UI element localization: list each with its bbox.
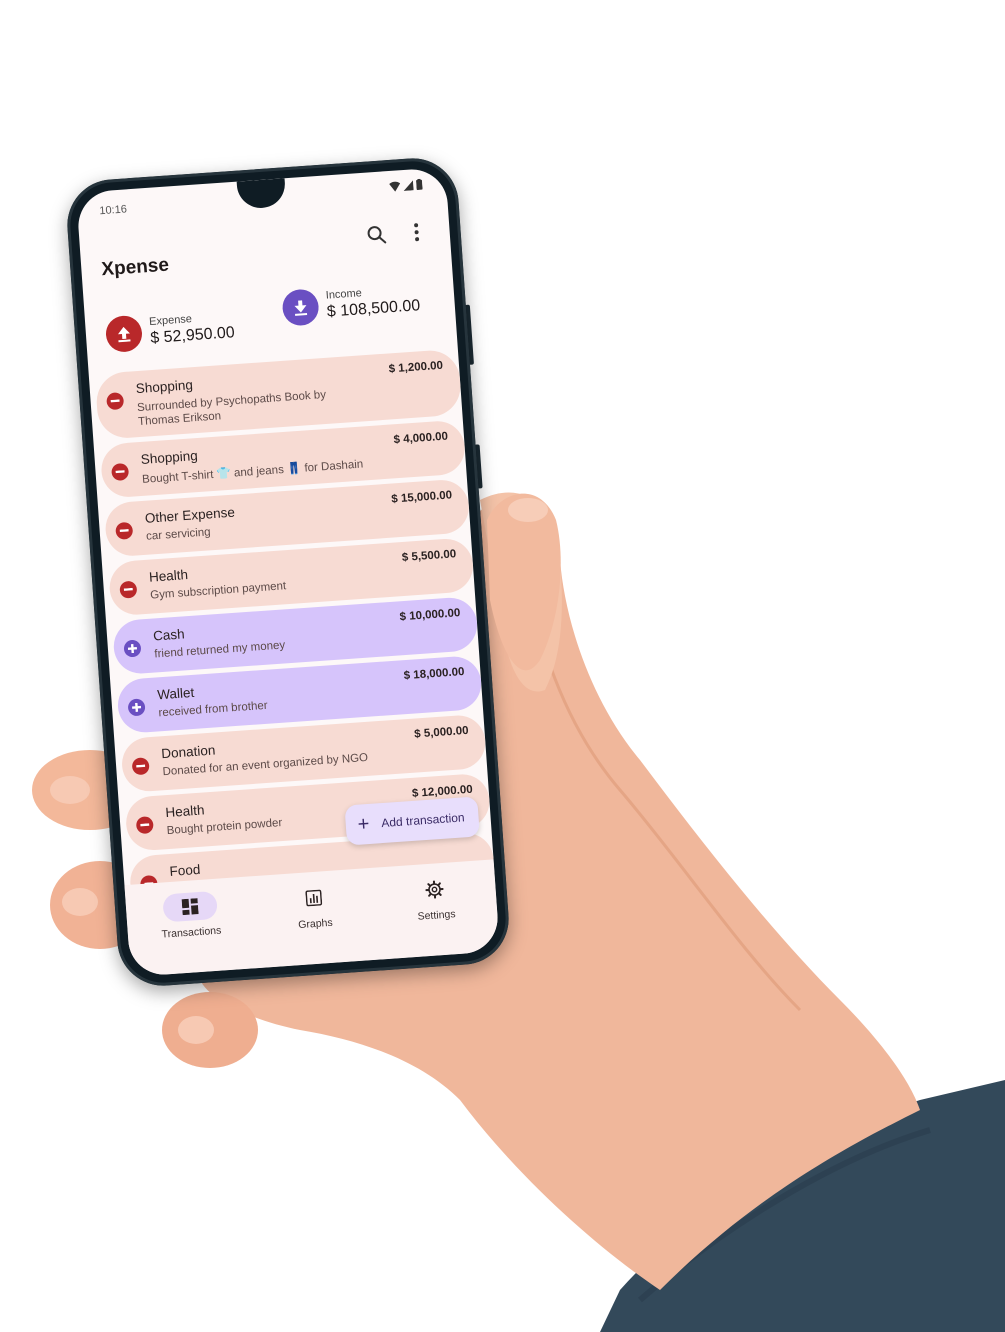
minus-icon [131,757,150,776]
plus-icon [127,698,146,717]
nav-label: Settings [417,908,456,923]
transaction-category: Shopping [140,448,199,467]
add-transaction-label: Add transaction [380,810,466,831]
expense-summary: Expense $ 52,950.00 [104,308,236,354]
dashboard-icon [181,898,199,916]
transaction-category: Health [148,567,189,585]
transaction-amount: $ 5,500.00 [401,548,457,565]
minus-icon [115,521,134,540]
transaction-category: Shopping [135,377,194,397]
nav-indicator [161,890,218,923]
transaction-category: Wallet [156,684,195,703]
transaction-category: Food [169,861,201,879]
nav-graphs[interactable]: Graphs [286,882,343,932]
battery-icon [416,178,423,191]
phone: 10:16 Xpense Expense $ 52,950.00 Income … [64,155,512,989]
status-time: 10:16 [98,203,128,218]
status-icons [389,178,423,192]
transaction-amount: $ 5,000.00 [413,724,469,741]
wifi-icon [389,181,401,192]
search-icon [367,226,387,244]
signal-icon [403,179,414,191]
transaction-category: Health [164,802,205,821]
transaction-category: Other Expense [144,504,236,526]
transaction-amount: $ 1,200.00 [388,359,444,376]
more-options-button[interactable] [405,218,429,245]
plus-icon [123,639,142,658]
search-button[interactable] [363,221,391,249]
transaction-amount: $ 10,000.00 [399,607,461,624]
minus-icon [111,462,130,482]
expense-total: $ 52,950.00 [149,324,236,348]
minus-icon [106,392,125,411]
minus-icon [135,816,154,835]
more-vert-icon [414,223,420,242]
income-summary: Income $ 108,500.00 [281,281,421,327]
income-total: $ 108,500.00 [326,297,421,321]
transaction-category: Donation [160,742,216,762]
transaction-amount: $ 4,000.00 [393,430,449,447]
nav-indicator [286,882,342,914]
gear-icon [425,880,444,899]
transaction-amount: $ 18,000.00 [403,665,465,683]
screen: 10:16 Xpense Expense $ 52,950.00 Income … [76,167,500,977]
minus-icon [119,580,138,599]
transaction-description: friend returned my money [154,639,286,661]
bar-chart-icon [305,889,323,907]
transaction-amount: $ 15,000.00 [391,489,453,506]
app-title: Xpense [100,254,170,281]
nav-label: Graphs [297,916,334,932]
expense-upload-icon [104,314,144,354]
transaction-category: Cash [152,626,186,644]
nav-label: Transactions [161,924,222,941]
nav-transactions[interactable]: Transactions [159,890,222,941]
income-download-icon [281,288,320,327]
nav-settings[interactable]: Settings [407,874,464,924]
nav-indicator [407,874,463,906]
add-icon: + [356,812,371,836]
